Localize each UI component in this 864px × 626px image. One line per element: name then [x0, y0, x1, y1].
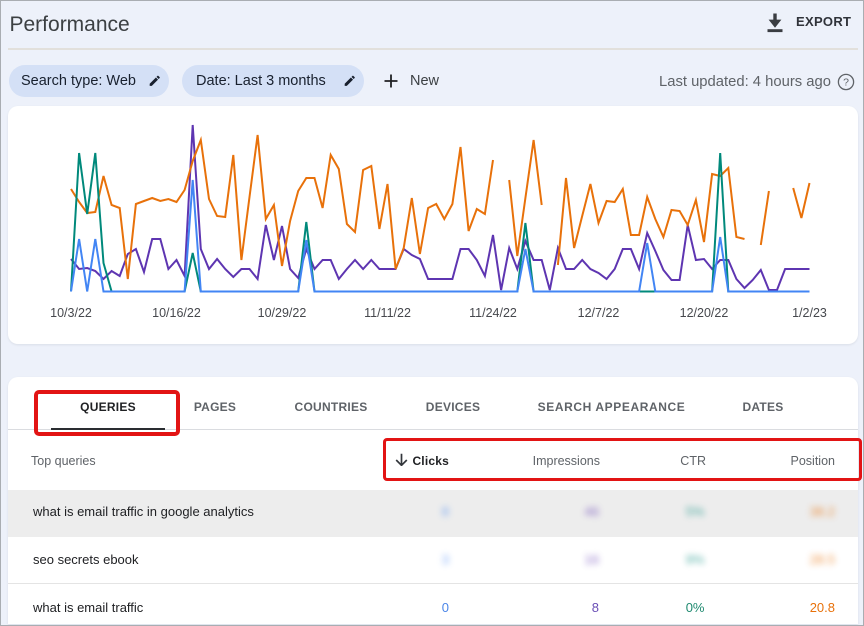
svg-text:12/7/22: 12/7/22	[578, 306, 620, 320]
svg-text:?: ?	[843, 77, 849, 89]
svg-text:10/16/22: 10/16/22	[152, 306, 201, 320]
svg-text:10/3/22: 10/3/22	[50, 306, 92, 320]
svg-text:11/24/22: 11/24/22	[469, 306, 517, 320]
svg-text:12/20/22: 12/20/22	[680, 306, 729, 320]
svg-text:11/11/22: 11/11/22	[364, 306, 411, 320]
svg-text:10/29/22: 10/29/22	[258, 306, 307, 320]
svg-text:1/2/23: 1/2/23	[792, 306, 827, 320]
